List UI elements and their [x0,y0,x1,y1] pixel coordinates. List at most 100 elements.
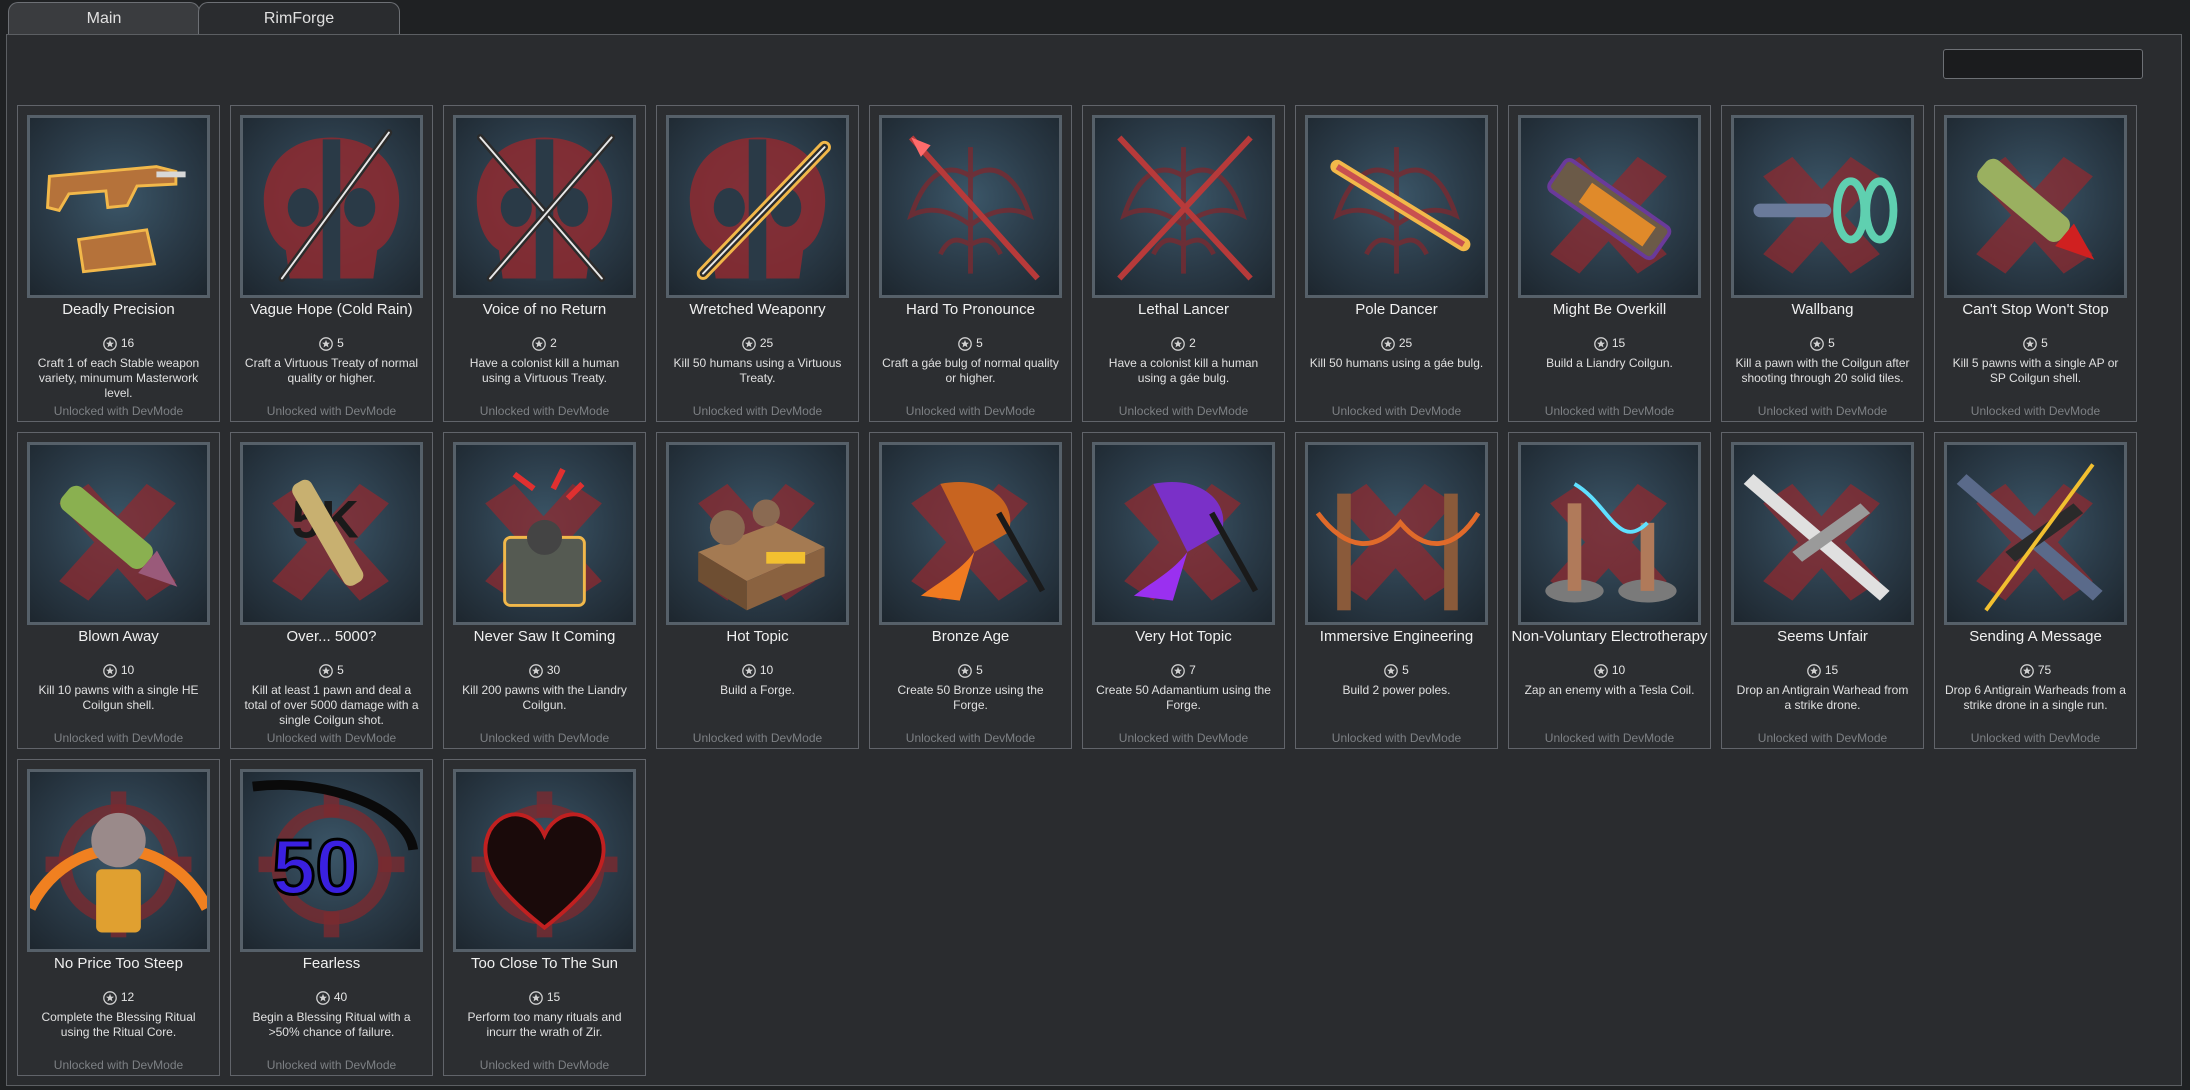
achievement-card[interactable]: Might Be Overkill 15 Build a Liandry Coilg… [1508,105,1711,422]
star-icon [532,336,550,351]
achievement-card[interactable]: Hot Topic 10 Build a Forge. Unlocked with D… [656,432,859,749]
achievement-title: Too Close To The Sun [470,955,619,972]
achievement-title: Hard To Pronounce [906,301,1035,318]
points-value: 10 [120,663,135,677]
scythe-50-icon: 50 [240,769,423,952]
achievement-status: Unlocked with DevMode [1970,404,2101,418]
ap-shell-icon [1944,115,2127,298]
achievement-points: 5 [1935,336,2136,351]
achievement-description: Kill 50 humans using a Virtuous Treaty. [673,356,842,385]
achievement-card[interactable]: Never Saw It Coming 30 Kill 200 pawns with… [443,432,646,749]
coilgun-turret-icon [453,442,636,625]
achievement-description: Zap an enemy with a Tesla Coil. [1524,683,1695,697]
achievement-status: Unlocked with DevMode [905,731,1036,745]
achievement-status: Unlocked with DevMode [479,731,610,745]
achievement-card[interactable]: Very Hot Topic 7 Create 50 Adamantium usin… [1082,432,1285,749]
achievement-status: Unlocked with DevMode [1118,731,1249,745]
star-icon [1593,663,1612,678]
achievement-status: Unlocked with DevMode [266,731,397,745]
achievement-description: Kill 200 pawns with the Liandry Coilgun. [462,683,627,712]
achievement-card[interactable]: Deadly Precision 16 Craft 1 of each Stable… [17,105,220,422]
tab-rimforge[interactable]: RimForge [198,2,400,37]
achievement-description: Build a Forge. [720,683,795,697]
achievement-card[interactable]: Sending A Message 75 Drop 6 Antigrain Warh… [1934,432,2137,749]
points-value: 5 [337,663,344,677]
star-icon [958,336,976,351]
coil-shot-icon [1731,115,1914,298]
power-poles-icon [1305,442,1488,625]
achievement-card[interactable]: No Price Too Steep 12 Complete the Blessin… [17,759,220,1076]
achievement-description: Create 50 Bronze using the Forge. [897,683,1044,712]
points-value: 40 [333,990,348,1004]
achievement-title: Sending A Message [1969,628,2102,645]
bronze-crucible-icon [879,442,1062,625]
achievement-card[interactable]: Hard To Pronounce 5 Craft a gáe bulg of no… [869,105,1072,422]
achievement-card[interactable]: Too Close To The Sun 15 Perform too many r… [443,759,646,1076]
achievement-card[interactable]: Immersive Engineering 5 Build 2 power pole… [1295,432,1498,749]
star-icon [102,990,121,1005]
achievement-title: Fearless [302,955,361,972]
achievement-points: 12 [18,990,219,1005]
tesla-coil-icon [1518,442,1701,625]
achievement-points: 5 [1722,336,1923,351]
achievement-status: Unlocked with DevMode [1544,731,1675,745]
heart-icon [453,769,636,952]
points-value: 15 [1824,663,1839,677]
achievement-points: 15 [1722,663,1923,678]
achievement-card[interactable]: 5K Over... 5000? 5 Kill at least 1 pawn and… [230,432,433,749]
points-value: 15 [1611,336,1626,350]
achievement-status: Unlocked with DevMode [479,404,610,418]
achievement-status: Unlocked with DevMode [266,404,397,418]
achievement-card[interactable]: Pole Dancer 25 Kill 50 humans using a gáe … [1295,105,1498,422]
achievement-card[interactable]: Wretched Weaponry 25 Kill 50 humans using … [656,105,859,422]
drone-strike-icon [1944,442,2127,625]
star-icon [2019,663,2038,678]
achievement-description: Have a colonist kill a human using a Vir… [469,356,620,385]
star-icon [2023,336,2041,351]
achievement-title: Non-Voluntary Electrotherapy [1511,628,1708,645]
achievement-card[interactable]: Seems Unfair 15 Drop an Antigrain Warhead … [1721,432,1924,749]
achievement-card[interactable]: Can't Stop Won't Stop 5 Kill 5 pawns with … [1934,105,2137,422]
achievement-card[interactable]: 50 Fearless 40 Begin a Blessing Ritual with… [230,759,433,1076]
search-input[interactable] [1943,49,2143,79]
achievement-description: Build 2 power poles. [1342,683,1451,697]
adamantium-crucible-icon [1092,442,1275,625]
achievement-card[interactable]: Voice of no Return 2 Have a colonist kill … [443,105,646,422]
achievement-title: Never Saw It Coming [473,628,616,645]
achievement-card[interactable]: Wallbang 5 Kill a pawn with the Coilgun af… [1721,105,1924,422]
points-value: 5 [1828,336,1835,350]
achievement-description: Begin a Blessing Ritual with a >50% chan… [252,1010,411,1039]
points-value: 7 [1189,663,1196,677]
star-icon [102,336,121,351]
points-value: 2 [1189,336,1196,350]
star-icon [958,663,976,678]
tab-main[interactable]: Main [8,2,200,35]
star-icon [528,990,547,1005]
star-icon [741,663,760,678]
points-value: 5 [1402,663,1409,677]
rifle-icon [27,115,210,298]
points-value: 15 [546,990,561,1004]
achievement-points: 2 [444,336,645,351]
achievement-description: Kill at least 1 pawn and deal a total of… [244,683,419,727]
achievement-card[interactable]: Non-Voluntary Electrotherapy 10 Zap an ene… [1508,432,1711,749]
achievement-title: Pole Dancer [1355,301,1438,318]
star-icon [319,336,337,351]
achievement-description: Craft 1 of each Stable weapon variety, m… [37,356,200,400]
achievement-card[interactable]: Bronze Age 5 Create 50 Bronze using the Fo… [869,432,1072,749]
star-icon [1171,336,1189,351]
achievement-points: 10 [657,663,858,678]
achievement-card[interactable]: Blown Away 10 Kill 10 pawns with a single … [17,432,220,749]
achievement-points: 40 [231,990,432,1005]
achievement-card[interactable]: Lethal Lancer 2 Have a colonist kill a hum… [1082,105,1285,422]
achievement-description: Perform too many rituals and incurr the … [467,1010,622,1039]
achievement-points: 7 [1083,663,1284,678]
achievement-card[interactable]: Vague Hope (Cold Rain) 5 Craft a Virtuous … [230,105,433,422]
achievement-title: Immersive Engineering [1319,628,1474,645]
points-value: 5 [976,663,983,677]
achievement-status: Unlocked with DevMode [1331,404,1462,418]
achievement-status: Unlocked with DevMode [692,731,823,745]
achievement-title: Very Hot Topic [1135,628,1232,645]
points-value: 2 [550,336,557,350]
achievement-points: 5 [870,336,1071,351]
